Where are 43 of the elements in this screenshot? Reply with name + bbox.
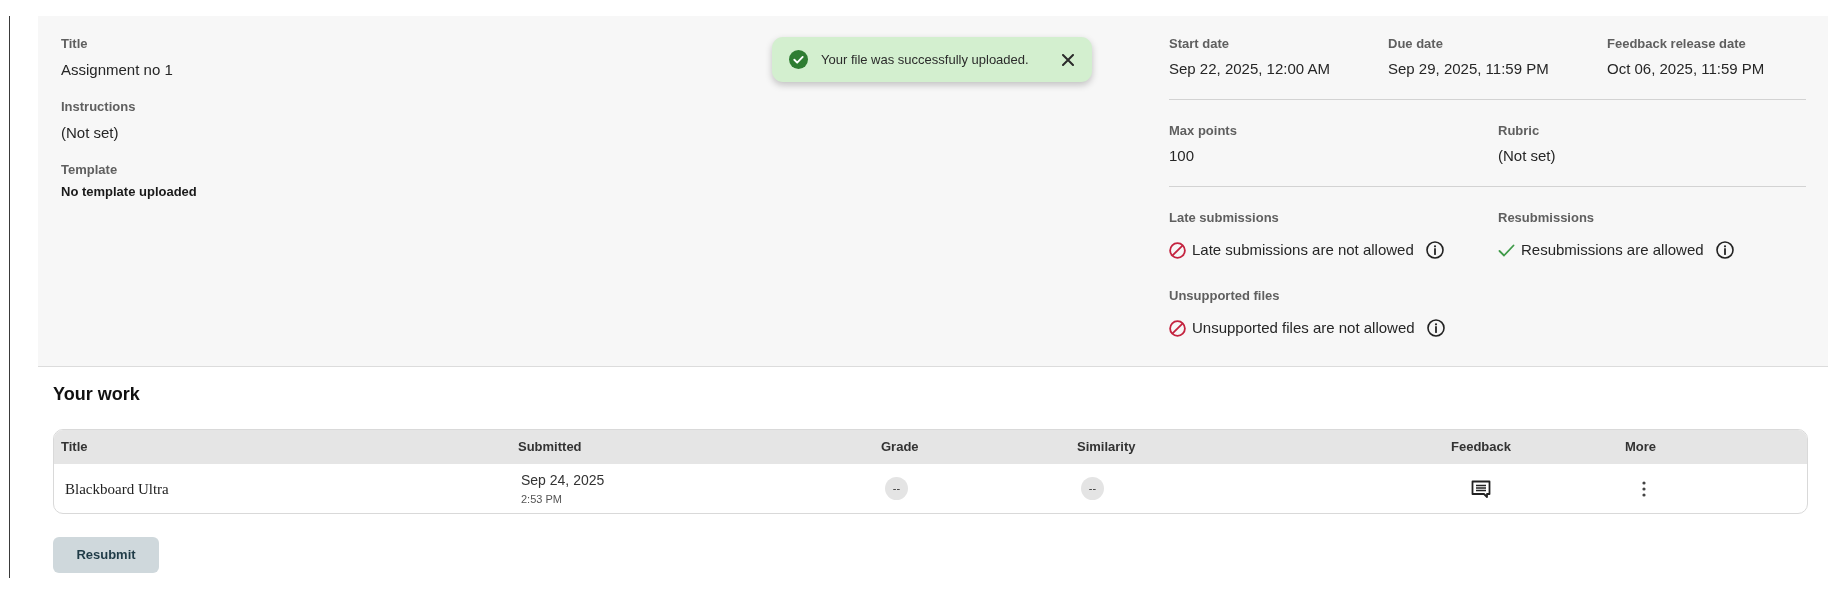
toast-message: Your file was successfully uploaded. — [821, 50, 1029, 69]
submitted-time: 2:53 PM — [521, 491, 562, 507]
resubmit-button[interactable]: Resubmit — [53, 537, 159, 573]
column-header: More — [1625, 438, 1657, 456]
date-label: Due date — [1388, 35, 1443, 53]
column-header: Title — [61, 438, 88, 456]
similarity-chip: -- — [1081, 477, 1104, 500]
column-header: Submitted — [518, 438, 582, 456]
column-header: Grade — [881, 438, 919, 456]
policy-label: Resubmissions — [1498, 209, 1595, 227]
detail-value: (Not set) — [61, 123, 119, 143]
section-heading: Your work — [53, 383, 140, 406]
kebab-menu-icon[interactable] — [1642, 480, 1646, 497]
detail-label: Instructions — [61, 98, 136, 116]
grading-label: Rubric — [1498, 122, 1540, 140]
submission-title: Blackboard Ultra — [65, 479, 169, 499]
info-icon[interactable] — [1425, 241, 1444, 259]
detail-value: No template uploaded — [61, 183, 197, 201]
policy-label: Late submissions — [1169, 209, 1279, 227]
check-circle-icon — [789, 50, 808, 69]
date-value: Oct 06, 2025, 11:59 PM — [1607, 59, 1765, 79]
policy-label: Unsupported files — [1169, 287, 1280, 305]
grading-value: 100 — [1169, 146, 1195, 166]
grading-label: Max points — [1169, 122, 1237, 140]
comment-icon[interactable] — [1471, 479, 1491, 498]
grade-chip: -- — [885, 477, 908, 500]
column-header: Feedback — [1451, 438, 1511, 456]
grading-value: (Not set) — [1498, 146, 1556, 166]
policy-text: Unsupported files are not allowed — [1192, 318, 1415, 338]
date-label: Start date — [1169, 35, 1229, 53]
info-icon[interactable] — [1715, 241, 1734, 259]
date-value: Sep 29, 2025, 11:59 PM — [1388, 59, 1549, 79]
submitted-date: Sep 24, 2025 — [521, 470, 605, 489]
detail-label: Template — [61, 161, 118, 179]
date-value: Sep 22, 2025, 12:00 AM — [1169, 59, 1330, 79]
policy-text: Resubmissions are allowed — [1521, 240, 1704, 260]
policy-text: Late submissions are not allowed — [1192, 240, 1414, 260]
info-icon[interactable] — [1426, 319, 1445, 337]
detail-value: Assignment no 1 — [61, 60, 173, 80]
detail-label: Title — [61, 35, 88, 53]
date-label: Feedback release date — [1607, 35, 1746, 53]
column-header: Similarity — [1077, 438, 1136, 456]
close-icon[interactable] — [1062, 53, 1074, 66]
